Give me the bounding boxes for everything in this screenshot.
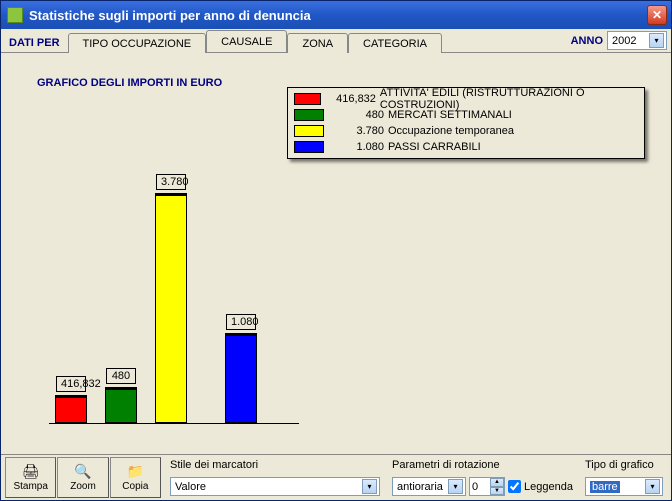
printer-icon: 🖨 <box>21 463 41 479</box>
legend-label: ATTIVITA' EDILI (RISTRUTTURAZIONI O COST… <box>380 87 638 111</box>
legend-row: 416,832ATTIVITA' EDILI (RISTRUTTURAZIONI… <box>294 91 638 107</box>
bar-chart: 416,832 480 3.780 1.080 <box>49 154 299 424</box>
marker-style-label: Stile dei marcatori <box>170 459 380 471</box>
rotation-value-spinner[interactable]: ▲▼ <box>469 477 505 496</box>
tab-causale[interactable]: CAUSALE <box>206 30 287 52</box>
title-bar: Statistiche sugli importi per anno di de… <box>1 1 671 29</box>
rotation-direction-select[interactable]: antioraria ▾ <box>392 477 466 496</box>
app-window: Statistiche sugli importi per anno di de… <box>0 0 672 501</box>
legend-checkbox-input[interactable] <box>508 480 521 493</box>
chart-bar: 3.780 <box>155 193 187 423</box>
bar-value-label: 1.080 <box>226 314 256 330</box>
zoom-label: Zoom <box>70 481 96 492</box>
anno-label: ANNO <box>571 35 603 47</box>
bar-value-label: 480 <box>106 368 136 384</box>
zoom-button[interactable]: 🔍 Zoom <box>57 457 108 498</box>
tab-zona[interactable]: ZONA <box>287 33 348 53</box>
legend-label: Occupazione temporanea <box>388 125 514 137</box>
legend-checkbox-label: Leggenda <box>524 481 573 493</box>
chevron-down-icon: ▾ <box>362 479 377 494</box>
copy-button[interactable]: 📁 Copia <box>110 457 161 498</box>
tab-group-label: DATI PER <box>9 37 68 52</box>
print-button[interactable]: 🖨 Stampa <box>5 457 56 498</box>
chevron-down-icon: ▾ <box>649 33 664 48</box>
chart-bar: 1.080 <box>225 333 257 423</box>
legend-label: PASSI CARRABILI <box>388 141 481 153</box>
folder-icon: 📁 <box>125 463 145 479</box>
close-button[interactable]: ✕ <box>647 5 667 25</box>
print-label: Stampa <box>13 481 47 492</box>
rotation-value-input[interactable] <box>470 481 490 493</box>
legend-swatch <box>294 141 324 153</box>
chart-bar: 480 <box>105 387 137 423</box>
marker-style-select[interactable]: Valore ▾ <box>170 477 380 496</box>
chart-bar: 416,832 <box>55 395 87 423</box>
bar-value-label: 3.780 <box>156 174 186 190</box>
chevron-down-icon: ▾ <box>448 479 463 494</box>
chart-type-select[interactable]: barre ▾ <box>585 477 663 496</box>
anno-select[interactable]: 2002 ▾ <box>607 31 667 50</box>
legend-value: 1.080 <box>332 141 384 153</box>
legend-checkbox[interactable]: Leggenda <box>508 480 573 493</box>
legend-row: 1.080 PASSI CARRABILI <box>294 139 638 155</box>
window-title: Statistiche sugli importi per anno di de… <box>29 8 647 23</box>
rotation-label: Parametri di rotazione <box>392 459 573 471</box>
legend-row: 3.780 Occupazione temporanea <box>294 123 638 139</box>
legend-value: 416,832 <box>329 93 376 105</box>
chart-panel: GRAFICO DEGLI IMPORTI IN EURO 416,832 ATT… <box>1 53 671 454</box>
tab-tipo-occupazione[interactable]: TIPO OCCUPAZIONE <box>68 33 207 53</box>
magnifier-icon: 🔍 <box>73 463 93 479</box>
bottom-toolbar: 🖨 Stampa 🔍 Zoom 📁 Copia Stile dei marcat… <box>1 454 671 500</box>
legend-swatch <box>294 125 324 137</box>
chart-legend: 416,832 ATTIVITA' EDILI (RISTRUTTURAZIONI… <box>287 87 645 159</box>
chevron-down-icon: ▾ <box>645 479 660 494</box>
legend-swatch <box>294 93 321 105</box>
legend-value: 480 <box>332 109 384 121</box>
chart-title: GRAFICO DEGLI IMPORTI IN EURO <box>37 77 222 89</box>
spinner-up-icon[interactable]: ▲ <box>490 478 504 487</box>
copy-label: Copia <box>122 481 148 492</box>
spinner-down-icon[interactable]: ▼ <box>490 487 504 496</box>
bar-value-label: 416,832 <box>56 376 86 392</box>
legend-swatch <box>294 109 324 121</box>
app-icon <box>7 7 23 23</box>
legend-value: 3.780 <box>332 125 384 137</box>
tab-bar: DATI PER TIPO OCCUPAZIONECAUSALEZONACATE… <box>1 29 671 53</box>
tab-categoria[interactable]: CATEGORIA <box>348 33 442 53</box>
chart-type-label: Tipo di grafico <box>585 459 663 471</box>
legend-label: MERCATI SETTIMANALI <box>388 109 512 121</box>
